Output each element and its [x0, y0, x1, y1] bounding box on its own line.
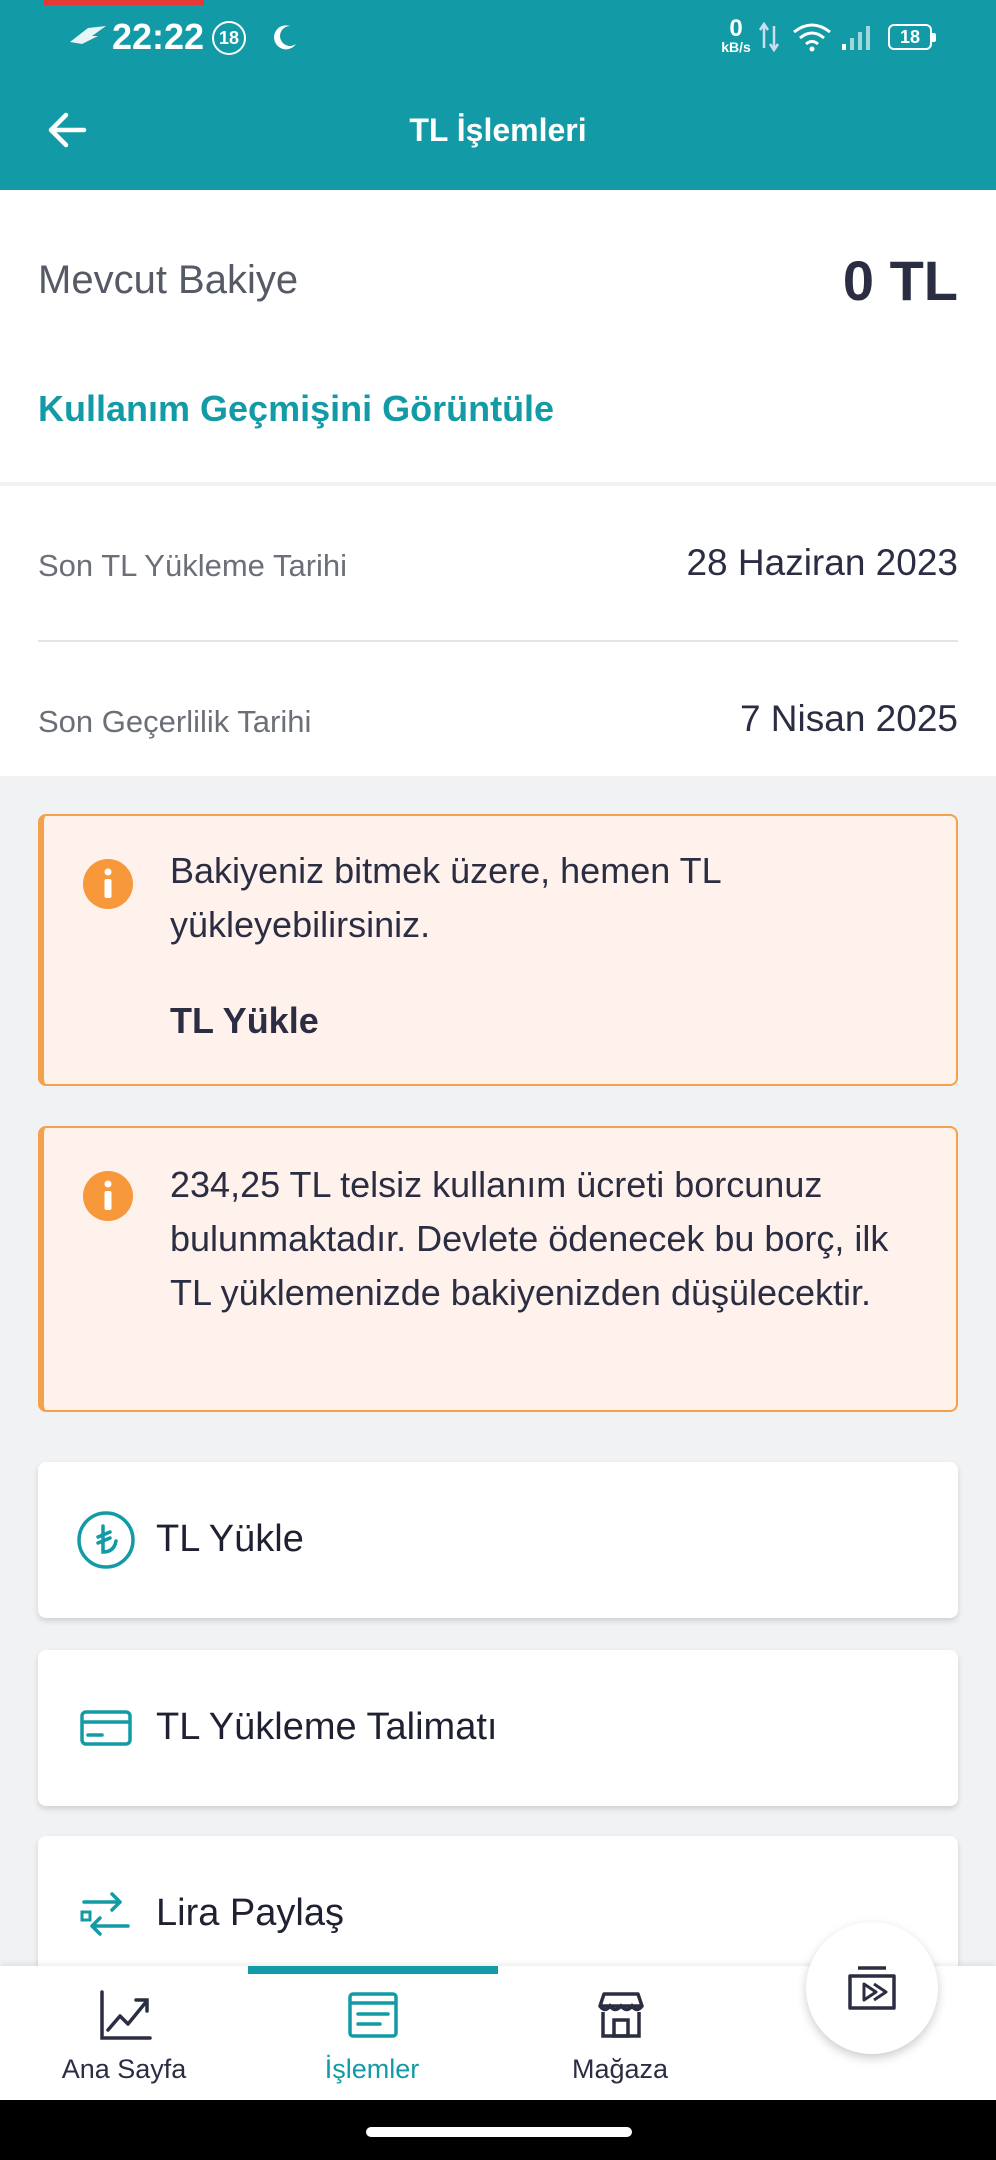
nav-store[interactable]: Mağaza [496, 1966, 744, 2100]
home-gesture-handle[interactable] [366, 2127, 632, 2137]
last-topup-date-label: Son TL Yükleme Tarihi [38, 548, 348, 583]
expiry-date-label: Son Geçerlilik Tarihi [38, 704, 312, 739]
media-play-icon [848, 1966, 896, 2010]
nav-operations[interactable]: İşlemler [248, 1966, 496, 2100]
nav-home-label: Ana Sayfa [61, 2054, 187, 2084]
app-bar: TL İşlemleri [0, 72, 996, 190]
transfer-arrows-icon [80, 1892, 130, 1936]
wifi-icon [793, 23, 831, 52]
menu-item-label: TL Yükle [156, 1518, 304, 1560]
status-time: 22:22 [112, 16, 205, 57]
last-topup-date-value: 28 Haziran 2023 [686, 542, 958, 583]
info-icon [83, 1171, 133, 1221]
data-transfer-arrows-icon [758, 21, 780, 53]
menu-item-label: Lira Paylaş [156, 1892, 344, 1934]
nav-home[interactable]: Ana Sayfa [0, 1966, 248, 2100]
balance-card: Mevcut Bakiye 0 TL Kullanım Geçmişini Gö… [0, 190, 996, 482]
battery-icon: 18 [888, 24, 936, 50]
balance-value: 0 TL [842, 249, 958, 312]
list-document-icon [348, 1992, 398, 2038]
low-balance-alert-text: Bakiyeniz bitmek üzere, hemen TL yükleye… [170, 850, 721, 945]
divider [38, 640, 958, 642]
debt-alert-text: 234,25 TL telsiz kullanım ücreti borcunu… [170, 1164, 889, 1313]
network-speed-value: 0 [729, 15, 743, 42]
cellular-signal-icon [842, 26, 870, 50]
lira-circle-icon [77, 1511, 135, 1569]
low-balance-alert: Bakiyeniz bitmek üzere, hemen TL yükleye… [38, 814, 958, 1086]
nav-store-label: Mağaza [571, 2054, 669, 2084]
info-icon [83, 859, 133, 909]
network-speed: 0 kB/s [718, 15, 754, 55]
nav-operations-label: İşlemler [324, 2054, 420, 2084]
credit-card-icon [80, 1710, 132, 1746]
menu-item-label: TL Yükleme Talimatı [156, 1706, 498, 1748]
debt-alert: 234,25 TL telsiz kullanım ücreti borcunu… [38, 1126, 958, 1412]
store-icon [598, 1992, 644, 2038]
alert-topup-button[interactable]: TL Yükle [170, 1000, 319, 1042]
media-fab-button[interactable] [806, 1922, 938, 2054]
dates-card: Son TL Yükleme Tarihi 28 Haziran 2023 So… [0, 486, 996, 776]
expiry-date-value: 7 Nisan 2025 [739, 698, 958, 739]
page-title: TL İşlemleri [409, 112, 587, 148]
usage-history-link[interactable]: Kullanım Geçmişini Görüntüle [38, 388, 554, 430]
notification-count-badge: 18 [212, 21, 246, 55]
menu-item-tl-yukleme-talimati[interactable]: TL Yükleme Talimatı [38, 1650, 958, 1806]
status-bar: 22:22 18 0 kB/s 18 [0, 0, 996, 72]
rog-logo-icon [70, 26, 106, 44]
network-speed-unit: kB/s [721, 39, 751, 55]
chart-line-icon [100, 1990, 152, 2040]
last-topup-date-row: Son TL Yükleme Tarihi 28 Haziran 2023 [38, 536, 958, 596]
expiry-date-row: Son Geçerlilik Tarihi 7 Nisan 2025 [38, 692, 958, 752]
do-not-disturb-moon-icon [274, 25, 296, 50]
menu-item-tl-yukle[interactable]: TL Yükle [38, 1462, 958, 1618]
balance-label: Mevcut Bakiye [38, 258, 299, 302]
